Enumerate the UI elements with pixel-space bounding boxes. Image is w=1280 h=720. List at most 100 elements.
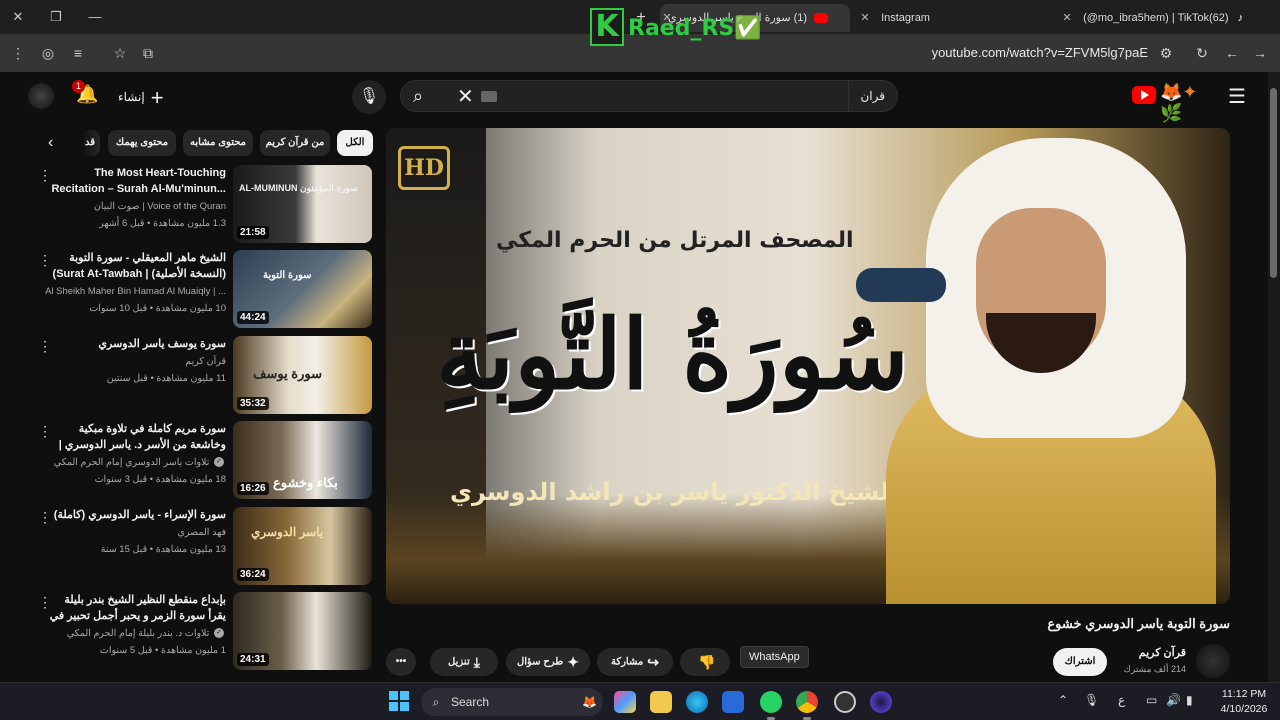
taskbar-search-label: Search [451, 695, 490, 709]
dislike-button[interactable]: 👎 [680, 648, 730, 676]
recommendation-item[interactable]: ⋮ سورة مريم كاملة في تلاوة مبكية وخاشعة … [30, 421, 375, 501]
watermark-text: Raed_RS✅ [628, 16, 762, 41]
plus-icon: + [150, 84, 164, 110]
tiktok-favicon-icon: ♪ [1237, 12, 1244, 24]
clear-search-icon[interactable]: ✕ [457, 84, 474, 109]
network-icon[interactable]: ▭ [1146, 693, 1157, 707]
youtube-doodle-icon[interactable]: 🦊✦🌿 [1160, 82, 1218, 123]
search-icon[interactable]: ⌕ [413, 86, 423, 107]
volume-icon[interactable]: 🔊 [1166, 693, 1181, 707]
settings-app-icon[interactable] [834, 691, 856, 713]
recommendation-title[interactable]: بإبداع منقطع النظير الشيخ بندر بليلة يقر… [46, 592, 226, 624]
recommendation-item[interactable]: ⋮ سورة يوسف ياسر الدوسري قرآن كريم 11 مل… [30, 336, 375, 416]
recommendation-channel[interactable]: ✓ تلاوات د. بندر بليلة إمام الحرم المكي [67, 628, 226, 639]
profile-icon[interactable]: ◎ [38, 43, 58, 63]
recommendation-thumbnail[interactable]: سورة المؤمنون AL-MUMINUN 21:58 [233, 165, 372, 243]
subscribe-button[interactable]: اشتراك [1053, 648, 1107, 676]
voice-search-mic-icon[interactable]: 🎙 [352, 80, 386, 114]
recommendation-item[interactable]: ⋮ بإبداع منقطع النظير الشيخ بندر بليلة ي… [30, 592, 375, 672]
recommendation-thumbnail[interactable]: بكاء وخشوع 16:26 [233, 421, 372, 499]
keyboard-icon[interactable] [481, 91, 497, 102]
channel-name[interactable]: قرآن كريم [1139, 646, 1186, 659]
close-tab-icon[interactable]: ✕ [858, 4, 872, 32]
account-avatar[interactable] [28, 83, 54, 109]
windows-start-icon[interactable] [389, 691, 409, 711]
share-button[interactable]: مشاركة ↪ [597, 648, 673, 676]
recommendation-channel[interactable]: Al Sheikh Maher Bin Hamad Al Muaiqly | .… [45, 286, 226, 297]
close-tab-icon[interactable]: ✕ [1060, 4, 1074, 32]
recommendation-thumbnail[interactable]: 24:31 [233, 592, 372, 670]
recommendation-item[interactable]: ⋮ سورة الإسراء - ياسر الدوسري (كاملة) فه… [30, 507, 375, 587]
tab-tiktok[interactable]: ✕ (@mo_ibra5hem) | TikTok(62) ♪ [1060, 4, 1250, 32]
chrome-browser-icon[interactable] [796, 691, 818, 720]
ask-button[interactable]: طرح سؤال ✦ [506, 648, 590, 676]
taskbar-clock[interactable]: 11:12 PM 4/10/2026 [1214, 687, 1274, 717]
tab-title: Instagram [881, 12, 930, 24]
reload-icon[interactable]: ↻ [1192, 43, 1212, 63]
thumbnail-caption: سورة يوسف [253, 366, 322, 381]
video-duration: 16:26 [237, 482, 269, 495]
recommendation-title[interactable]: سورة يوسف ياسر الدوسري [46, 336, 226, 352]
assistant-app-icon[interactable] [870, 691, 892, 713]
copilot-app-icon[interactable] [614, 691, 636, 713]
chip-related[interactable]: محتوى مشابه [183, 130, 253, 156]
video-player[interactable]: HD المصحف المرتل من الحرم المكي سُورَةُ … [386, 128, 1230, 604]
tray-mic-icon[interactable]: 🎙 [1084, 693, 1099, 707]
recommendation-title[interactable]: سورة مريم كاملة في تلاوة مبكية وخاشعة من… [46, 421, 226, 453]
recommendation-thumbnail[interactable]: ياسر الدوسري 36:24 [233, 507, 372, 585]
tab-instagram[interactable]: ✕ Instagram [858, 4, 1028, 32]
share-arrow-icon: ↪ [647, 654, 659, 670]
search-highlight-icon: 🦊 [582, 695, 597, 709]
scrollbar-thumb[interactable] [1270, 88, 1277, 278]
notifications-bell-icon[interactable]: 🔔 1 [72, 80, 98, 105]
reading-list-icon[interactable]: ≡ [68, 43, 88, 63]
subscriber-count: 214 ألف مشترك [1123, 664, 1186, 674]
chip-for-you[interactable]: محتوى يهمك [108, 130, 176, 156]
chips-scroll-left-icon[interactable]: ‹ [48, 134, 53, 152]
recommendation-title[interactable]: سورة الإسراء - ياسر الدوسري (كاملة) [46, 507, 226, 523]
url-field[interactable]: youtube.com/watch?v=ZFVM5lg7paE [932, 45, 1148, 60]
minimize-window-icon[interactable]: — [83, 6, 107, 28]
recommendation-channel[interactable]: قرآن كريم [185, 356, 226, 367]
windows-taskbar: ⌕ Search 🦊 ⌃ 🎙 ع ▭ 🔊 ▮ 11:12 PM 4/10/2026 [0, 682, 1280, 720]
recommendation-thumbnail[interactable]: سورة التوبة 44:24 [233, 250, 372, 328]
microsoft-store-icon[interactable] [722, 691, 744, 713]
ask-label: طرح سؤال [516, 656, 564, 668]
recommendation-item[interactable]: ⋮ The Most Heart-Touching Recitation – S… [30, 165, 375, 245]
tray-overflow-icon[interactable]: ⌃ [1058, 693, 1068, 707]
share-page-icon[interactable]: ⧉ [138, 43, 158, 63]
back-icon[interactable]: ← [1222, 43, 1242, 63]
recommendation-channel[interactable]: ✓ تلاوات ياسر الدوسري إمام الحرم المكي [54, 457, 226, 468]
restore-window-icon[interactable]: ❐ [44, 6, 68, 28]
create-button[interactable]: إنشاء + [118, 82, 164, 112]
site-settings-icon[interactable]: ⚙ [1156, 43, 1176, 63]
chip-more[interactable]: قد [80, 130, 100, 156]
recommendation-meta: 13 مليون مشاهدة • قبل 15 سنة [100, 544, 226, 555]
recommendation-title[interactable]: الشيخ ماهر المعيقلي - سورة التوبة (النسخ… [46, 250, 226, 282]
chip-channel[interactable]: من قرآن كريم [260, 130, 330, 156]
battery-icon[interactable]: ▮ [1186, 693, 1193, 707]
download-button[interactable]: تنزيل ⤓ [430, 648, 498, 676]
whatsapp-app-icon[interactable] [760, 691, 782, 720]
recommendation-thumbnail[interactable]: سورة يوسف 35:32 [233, 336, 372, 414]
file-explorer-icon[interactable] [650, 691, 672, 713]
share-label: مشاركة [610, 656, 644, 668]
taskbar-search-box[interactable]: ⌕ Search 🦊 [421, 688, 603, 716]
keyboard-language[interactable]: ع [1118, 693, 1125, 707]
channel-avatar[interactable] [1196, 644, 1230, 678]
edge-browser-icon[interactable] [686, 691, 708, 713]
recommendation-item[interactable]: ⋮ الشيخ ماهر المعيقلي - سورة التوبة (الن… [30, 250, 375, 330]
recommendation-title[interactable]: The Most Heart-Touching Recitation – Sur… [46, 165, 226, 197]
close-window-icon[interactable]: ✕ [6, 6, 30, 28]
more-vert-icon[interactable]: ⋮ [8, 43, 28, 63]
chip-all[interactable]: الكل [337, 130, 373, 156]
more-actions-button[interactable]: ••• [386, 648, 416, 676]
recommendation-channel[interactable]: فهد المصري [178, 527, 227, 538]
youtube-logo-icon[interactable] [1132, 86, 1156, 104]
bookmark-star-icon[interactable]: ☆ [110, 43, 130, 63]
sparkle-icon: ✦ [567, 654, 580, 670]
hamburger-menu-icon[interactable]: ☰ [1228, 84, 1246, 109]
forward-icon[interactable]: → [1250, 43, 1270, 63]
search-input[interactable]: ⌕ ✕ قران [400, 80, 898, 112]
recommendation-channel[interactable]: Voice of the Quran | صوت البيان [94, 201, 226, 212]
